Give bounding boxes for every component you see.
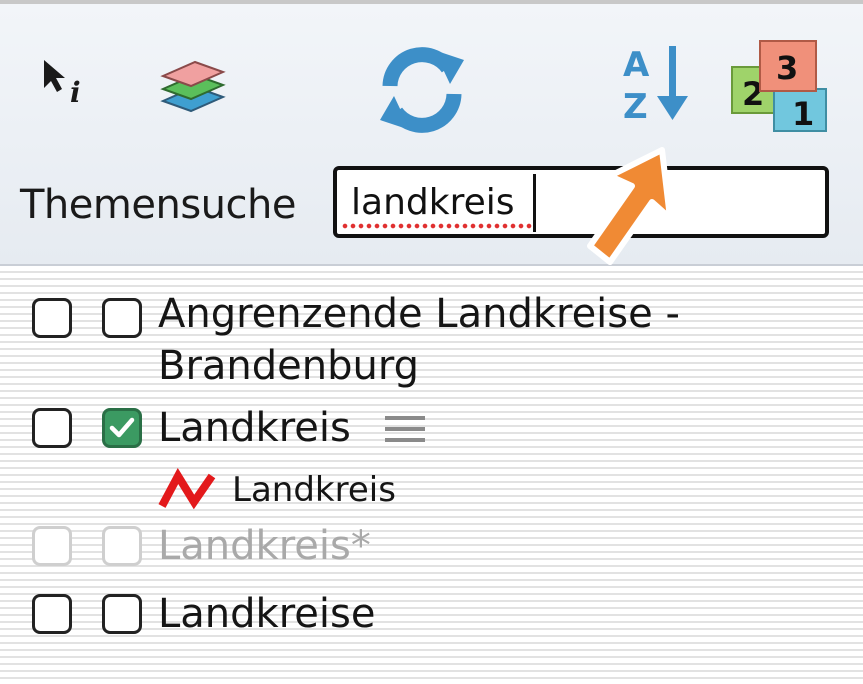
select-checkbox-checked[interactable]: [102, 408, 142, 448]
layer-label: Landkreis*: [158, 523, 371, 569]
checkmark-icon: [109, 417, 135, 438]
line-symbol-icon: [158, 468, 216, 510]
visibility-checkbox[interactable]: [32, 408, 72, 448]
layer-label-continued[interactable]: Brandenburg: [158, 340, 419, 392]
sort-number-3: 3: [776, 49, 798, 87]
legend-entry: Landkreis: [156, 468, 456, 512]
layer-label[interactable]: Angrenzende Landkreise -: [158, 288, 680, 340]
pointer-info-icon: i: [44, 60, 81, 109]
layer-label[interactable]: Landkreise: [158, 588, 375, 640]
highlight-arrow-icon: [587, 147, 673, 265]
visibility-checkbox: [32, 526, 72, 566]
svg-text:i: i: [70, 76, 81, 109]
legend-label: Landkreis: [232, 470, 396, 510]
layer-label[interactable]: Landkreis: [158, 402, 351, 454]
layers-button[interactable]: [155, 49, 230, 124]
sort-alphabetical-icon: A Z: [623, 45, 688, 127]
list-item: Landkreis: [0, 402, 863, 454]
list-item: Angrenzende Landkreise - Brandenburg: [0, 288, 863, 389]
select-checkbox[interactable]: [102, 298, 142, 338]
visibility-checkbox[interactable]: [32, 594, 72, 634]
sort-numeric-icon: 2 1 3: [731, 40, 827, 133]
sort-alphabetical-button[interactable]: A Z: [615, 40, 700, 130]
text-caret: [533, 174, 536, 232]
refresh-icon: [380, 47, 464, 133]
hamburger-menu-icon[interactable]: [385, 414, 425, 444]
info-tool-button[interactable]: i: [36, 54, 96, 114]
layers-icon: [160, 60, 226, 113]
select-checkbox: [102, 526, 142, 566]
refresh-button[interactable]: [372, 40, 472, 140]
sort-letter-a: A: [623, 45, 650, 85]
select-checkbox[interactable]: [102, 594, 142, 634]
spellcheck-underline: [341, 222, 534, 230]
list-item-disabled: Landkreis*: [0, 520, 863, 572]
sort-letter-z: Z: [623, 87, 648, 127]
sort-number-1: 1: [792, 95, 814, 133]
visibility-checkbox[interactable]: [32, 298, 72, 338]
list-item: Landkreise: [0, 588, 863, 640]
search-label: Themensuche: [20, 182, 296, 228]
sort-order-button[interactable]: 2 1 3: [730, 39, 830, 134]
